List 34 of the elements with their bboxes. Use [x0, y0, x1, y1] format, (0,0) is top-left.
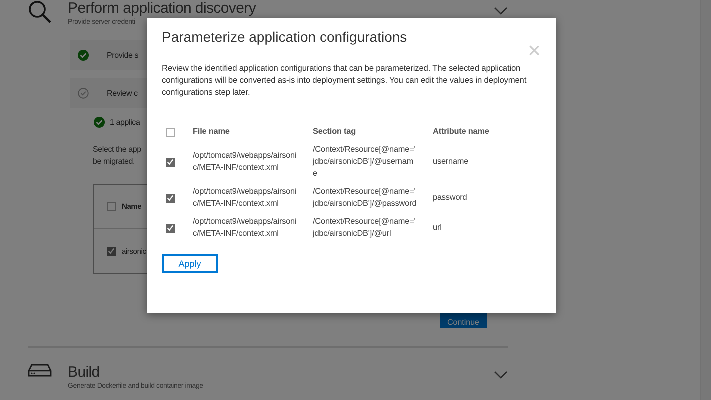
column-header: Section tag	[313, 126, 358, 138]
dialog-title: Parameterize application configurations	[162, 29, 408, 45]
drive-icon	[28, 364, 52, 377]
table-cell-text: /Context/Resource[@name='jdbc/airsonicDB']/@password	[313, 186, 418, 210]
column-header: File name	[193, 126, 231, 138]
chevron-icon[interactable]	[494, 6, 508, 16]
table-cell-text: /Context/Resource[@name='jdbc/airsonicDB']/@url	[313, 216, 417, 240]
select-all-checkbox[interactable]	[107, 202, 116, 211]
row-checkbox[interactable]	[166, 194, 175, 202]
instruction-text: be migrated.	[93, 156, 136, 168]
table-cell-text: /opt/tomcat9/webapps/airsonic/META-INF/context.xml	[193, 186, 298, 210]
section-title: Build	[68, 364, 101, 381]
result-text: 1 applica	[110, 118, 140, 127]
row-checkbox[interactable]	[166, 158, 175, 166]
table-cell-text: /opt/tomcat9/webapps/airsonic/META-INF/context.xml	[193, 150, 298, 174]
search-icon	[28, 0, 52, 24]
row-checkbox[interactable]	[107, 246, 116, 256]
apply-button[interactable]: Apply	[162, 254, 218, 273]
table-cell-text: url	[433, 222, 443, 234]
check-circle-icon	[94, 117, 105, 128]
table-cell-text: password	[433, 192, 468, 204]
table-cell-text: /Context/Resource[@name='jdbc/airsonicDB']/@username	[313, 144, 417, 180]
select-all-checkbox[interactable]	[166, 128, 175, 136]
column-header: Attribute name	[433, 126, 490, 138]
close-button[interactable]: ×	[528, 40, 541, 62]
table-cell-text: username	[433, 156, 470, 168]
dialog-description: Review the identified application configurations that can be parameterized. The selected application configurations will be converted as-is into deployment settings. You can edit the values in deployment configurations step later.	[162, 62, 528, 98]
step-label: Review c	[107, 88, 138, 98]
step-label: Provide s	[107, 50, 139, 60]
section-title: Perform application discovery	[68, 0, 258, 17]
table-cell-text: /opt/tomcat9/webapps/airsonic/META-INF/context.xml	[193, 216, 298, 240]
chevron-icon[interactable]	[494, 370, 508, 380]
instruction-text: Select the app	[93, 144, 142, 156]
row-checkbox[interactable]	[166, 224, 175, 232]
